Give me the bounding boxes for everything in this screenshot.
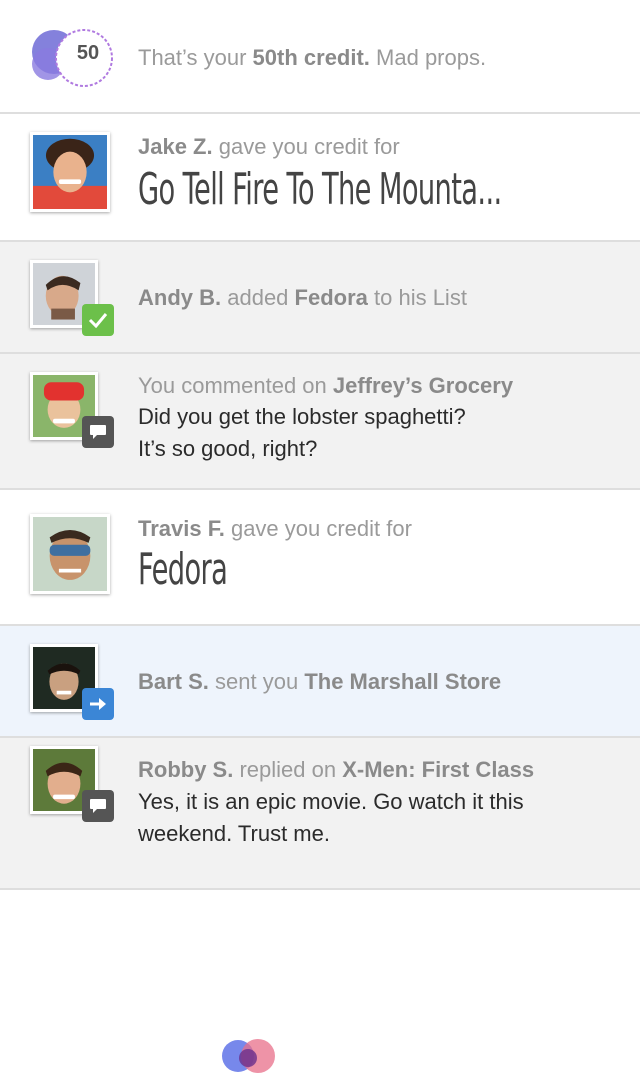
comment-line-2: It’s so good, right? <box>138 436 318 461</box>
comment-icon <box>82 790 114 822</box>
credit-text: Jake Z. gave you credit for <box>138 134 400 159</box>
activity-feed: 50 That’s your 50th credit. Mad props. J… <box>0 0 640 1073</box>
credited-title[interactable]: Fedora <box>138 544 228 595</box>
feed-item-credit[interactable]: Jake Z. gave you credit for Go Tell Fire… <box>0 114 640 313</box>
reply-header: Robby S. replied on X-Men: First Class <box>138 757 535 782</box>
feed-item-milestone[interactable]: 50 That’s your 50th credit. Mad props. <box>0 0 640 114</box>
avatar[interactable] <box>30 132 110 212</box>
checkmark-icon <box>82 304 114 336</box>
feed-item-comment[interactable]: You commented on Jeffrey’s Grocery Did y… <box>0 354 640 490</box>
feed-item-sent[interactable]: Bart S. sent you The Marshall Store <box>0 626 640 738</box>
milestone-text: That’s your 50th credit. Mad props. <box>138 45 487 70</box>
feed-item-credit[interactable]: Travis F. gave you credit for Fedora <box>0 490 640 1073</box>
credit-text: Travis F. gave you credit for <box>138 516 412 541</box>
comment-icon <box>82 416 114 448</box>
credit-blob-icon <box>222 1039 275 1073</box>
arrow-right-icon <box>82 688 114 720</box>
list-add-text: Andy B. added Fedora to his List <box>138 285 467 310</box>
comment-line-1: Did you get the lobster spaghetti? <box>138 404 466 429</box>
reply-line-2: weekend. Trust me. <box>138 821 330 846</box>
feed-item-list-add[interactable]: Andy B. added Fedora to his List <box>0 242 640 354</box>
sent-text: Bart S. sent you The Marshall Store <box>138 669 502 694</box>
credited-title[interactable]: Go Tell Fire To The Mounta... <box>138 164 502 215</box>
credit-count: 50 <box>76 42 100 64</box>
avatar[interactable] <box>30 514 110 594</box>
feed-item-reply[interactable]: Robby S. replied on X-Men: First Class Y… <box>0 738 640 890</box>
comment-header: You commented on Jeffrey’s Grocery <box>138 373 514 398</box>
reply-line-1: Yes, it is an epic movie. Go watch it th… <box>138 789 524 814</box>
